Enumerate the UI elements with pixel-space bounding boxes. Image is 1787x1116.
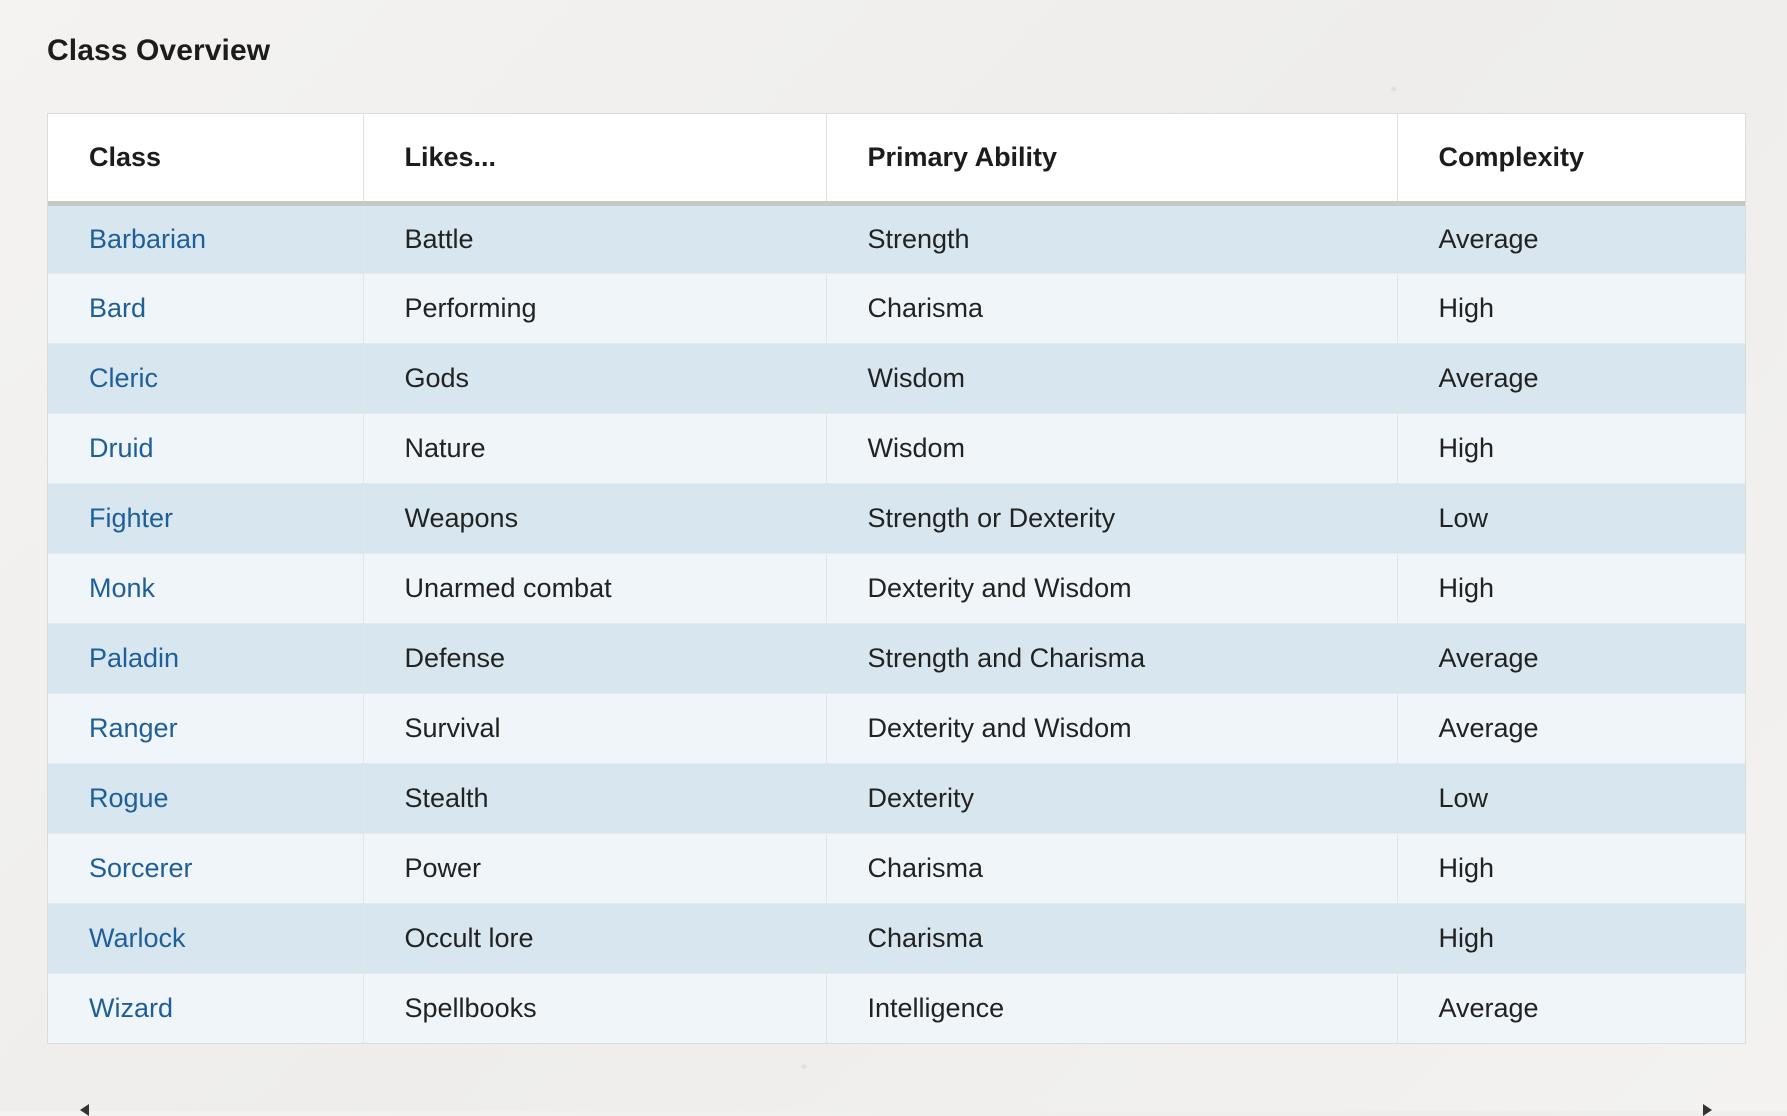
class-link[interactable]: Fighter <box>89 503 173 533</box>
cell-primary-ability: Wisdom <box>826 412 1398 483</box>
cell-likes: Defense <box>363 622 827 693</box>
cell-likes: Spellbooks <box>363 972 827 1043</box>
header-class: Class <box>48 114 364 206</box>
table-row: Paladin Defense Strength and Charisma Avera… <box>48 622 1745 693</box>
class-link[interactable]: Rogue <box>89 783 169 813</box>
cell-class: Bard <box>48 272 364 343</box>
cell-likes: Occult lore <box>363 902 827 973</box>
table-row: Warlock Occult lore Charisma High <box>48 902 1745 973</box>
class-link[interactable]: Druid <box>89 433 154 463</box>
cell-likes: Performing <box>363 272 827 343</box>
table-row: Cleric Gods Wisdom Average <box>48 342 1745 413</box>
header-row: Class Likes... Primary Ability Complexit… <box>48 114 1745 206</box>
class-link[interactable]: Wizard <box>89 993 173 1023</box>
table-header: Class Likes... Primary Ability Complexit… <box>48 114 1745 206</box>
chevron-right-icon[interactable] <box>1703 1104 1712 1116</box>
cell-complexity: Average <box>1397 972 1745 1043</box>
table-row: Ranger Survival Dexterity and Wisdom Averag… <box>48 692 1745 763</box>
header-complexity: Complexity <box>1397 114 1745 206</box>
class-link[interactable]: Bard <box>89 293 146 323</box>
cell-class: Paladin <box>48 622 364 693</box>
table-row: Sorcerer Power Charisma High <box>48 832 1745 903</box>
cell-primary-ability: Wisdom <box>826 342 1398 413</box>
page-title: Class Overview <box>47 34 271 67</box>
class-link[interactable]: Barbarian <box>89 224 206 254</box>
cell-likes: Weapons <box>363 482 827 553</box>
cell-primary-ability: Strength and Charisma <box>826 622 1398 693</box>
cell-primary-ability: Charisma <box>826 902 1398 973</box>
class-overview-table-container[interactable]: Class Likes... Primary Ability Complexit… <box>47 113 1746 1044</box>
cell-likes: Power <box>363 832 827 903</box>
cell-complexity: High <box>1397 272 1745 343</box>
table-row: Druid Nature Wisdom High <box>48 412 1745 483</box>
cell-complexity: Average <box>1397 342 1745 413</box>
cell-primary-ability: Charisma <box>826 832 1398 903</box>
chevron-left-icon[interactable] <box>80 1104 89 1116</box>
class-overview-table: Class Likes... Primary Ability Complexit… <box>48 114 1745 1043</box>
class-link[interactable]: Warlock <box>89 923 186 953</box>
cell-class: Druid <box>48 412 364 483</box>
cell-likes: Gods <box>363 342 827 413</box>
cell-class: Rogue <box>48 762 364 833</box>
class-link[interactable]: Sorcerer <box>89 853 193 883</box>
cell-class: Warlock <box>48 902 364 973</box>
table-body: Barbarian Battle Strength Average Bard Perfor… <box>48 203 1745 1043</box>
table-row: Monk Unarmed combat Dexterity and Wisdom Hi… <box>48 552 1745 623</box>
cell-likes: Unarmed combat <box>363 552 827 623</box>
cell-primary-ability: Charisma <box>826 272 1398 343</box>
cell-complexity: Average <box>1397 692 1745 763</box>
cell-likes: Nature <box>363 412 827 483</box>
cell-complexity: Low <box>1397 762 1745 833</box>
header-primary-ability: Primary Ability <box>826 114 1398 206</box>
table-row: Barbarian Battle Strength Average <box>48 203 1745 273</box>
cell-likes: Battle <box>363 203 827 273</box>
cell-complexity: Average <box>1397 622 1745 693</box>
cell-class: Ranger <box>48 692 364 763</box>
cell-class: Fighter <box>48 482 364 553</box>
cell-class: Wizard <box>48 972 364 1043</box>
table-row: Wizard Spellbooks Intelligence Average <box>48 972 1745 1043</box>
cell-likes: Stealth <box>363 762 827 833</box>
cell-class: Cleric <box>48 342 364 413</box>
cell-primary-ability: Dexterity and Wisdom <box>826 552 1398 623</box>
cell-primary-ability: Strength or Dexterity <box>826 482 1398 553</box>
cell-primary-ability: Dexterity <box>826 762 1398 833</box>
cell-class: Monk <box>48 552 364 623</box>
cell-primary-ability: Dexterity and Wisdom <box>826 692 1398 763</box>
table-row: Rogue Stealth Dexterity Low <box>48 762 1745 833</box>
cell-complexity: Average <box>1397 203 1745 273</box>
cell-likes: Survival <box>363 692 827 763</box>
cell-complexity: High <box>1397 832 1745 903</box>
class-link[interactable]: Ranger <box>89 713 178 743</box>
class-link[interactable]: Monk <box>89 573 155 603</box>
cell-complexity: High <box>1397 412 1745 483</box>
cell-class: Sorcerer <box>48 832 364 903</box>
class-link[interactable]: Cleric <box>89 363 158 393</box>
cell-primary-ability: Intelligence <box>826 972 1398 1043</box>
header-likes: Likes... <box>363 114 827 206</box>
cell-complexity: High <box>1397 552 1745 623</box>
cell-complexity: Low <box>1397 482 1745 553</box>
class-link[interactable]: Paladin <box>89 643 179 673</box>
cell-complexity: High <box>1397 902 1745 973</box>
table-row: Fighter Weapons Strength or Dexterity Low <box>48 482 1745 553</box>
table-row: Bard Performing Charisma High <box>48 272 1745 343</box>
cell-class: Barbarian <box>48 203 364 273</box>
cell-primary-ability: Strength <box>826 203 1398 273</box>
